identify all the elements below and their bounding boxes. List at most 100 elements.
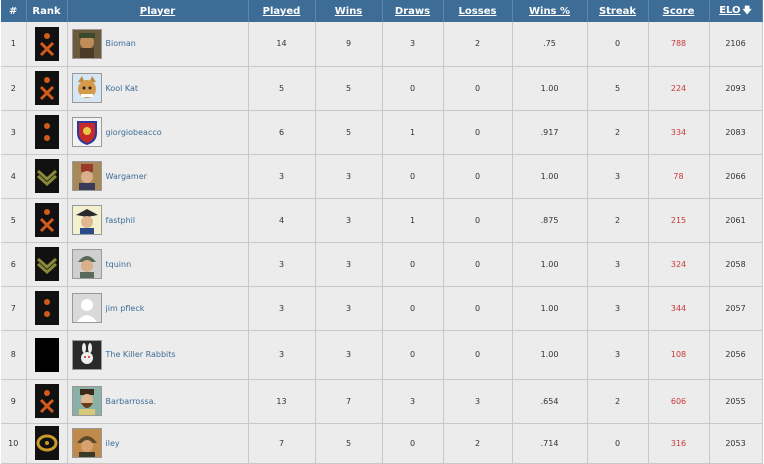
streak-cell: 2 — [587, 198, 649, 243]
elo-cell: 2106 — [709, 22, 763, 67]
leaderboard-table: # Rank Player Played Wins Draws Losses W… — [1, 0, 763, 464]
player-cell: Kool Kat — [67, 66, 249, 111]
crossed-swords-insignia-icon — [34, 203, 59, 237]
player-name-link[interactable]: Wargamer — [106, 172, 147, 181]
losses-cell: 2 — [443, 22, 513, 67]
col-header-elo[interactable]: ELO 🡇 — [709, 0, 763, 22]
draws-cell: 0 — [382, 423, 444, 464]
rank-cell — [26, 423, 68, 464]
rabbit-avatar[interactable] — [71, 339, 102, 370]
elo-cell: 2058 — [709, 242, 763, 287]
player-cell: Barbarrossa. — [67, 379, 249, 424]
player-name-link[interactable]: Barbarrossa. — [106, 397, 157, 406]
played-cell: 3 — [248, 242, 316, 287]
player-name-link[interactable]: Bioman — [106, 39, 136, 48]
row-num: 6 — [1, 242, 27, 287]
played-cell: 5 — [248, 66, 316, 111]
score-cell: 316 — [648, 423, 710, 464]
losses-cell: 0 — [443, 154, 513, 199]
col-header-score[interactable]: Score — [648, 0, 710, 22]
streak-cell: 2 — [587, 110, 649, 155]
rank-cell — [26, 66, 68, 111]
played-cell: 13 — [248, 379, 316, 424]
wins-cell: 3 — [315, 330, 383, 380]
cat-avatar[interactable] — [71, 73, 102, 103]
elo-cell: 2056 — [709, 330, 763, 380]
played-cell: 4 — [248, 198, 316, 243]
col-header-streak[interactable]: Streak — [587, 0, 649, 22]
sort-desc-icon[interactable]: 🡇 — [743, 6, 752, 16]
two-dots-insignia-icon — [34, 291, 59, 325]
col-header-wins-pct[interactable]: Wins % — [512, 0, 588, 22]
wins-cell: 9 — [315, 22, 383, 67]
player-name-link[interactable]: fastphil — [106, 216, 136, 225]
streak-cell: 3 — [587, 242, 649, 287]
col-header-elo-label[interactable]: ELO — [719, 5, 740, 16]
wins-cell: 3 — [315, 198, 383, 243]
bearded-man-avatar[interactable] — [71, 386, 102, 416]
col-header-wins[interactable]: Wins — [315, 0, 383, 22]
row-num: 2 — [1, 66, 27, 111]
player-name-link[interactable]: iley — [106, 439, 120, 448]
bearded-soldier-avatar[interactable] — [71, 28, 102, 59]
score-cell: 224 — [648, 66, 710, 111]
col-header-losses[interactable]: Losses — [443, 0, 513, 22]
wins-cell: 3 — [315, 154, 383, 199]
rank-cell — [26, 379, 68, 424]
officer-kepi-avatar[interactable] — [71, 161, 102, 191]
col-header-draws[interactable]: Draws — [382, 0, 444, 22]
score-cell: 606 — [648, 379, 710, 424]
col-header-player[interactable]: Player — [67, 0, 249, 22]
losses-cell: 0 — [443, 66, 513, 111]
player-cell: tquinn — [67, 242, 249, 287]
score-cell: 344 — [648, 286, 710, 331]
player-name-link[interactable]: Kool Kat — [106, 84, 139, 93]
default-person-avatar[interactable] — [71, 293, 102, 323]
table-row: 10 iley 7 5 0 2.714 0 316 2053 — [1, 423, 763, 464]
shield-crest-avatar[interactable] — [71, 117, 102, 147]
played-cell: 3 — [248, 286, 316, 331]
row-num: 10 — [1, 423, 27, 464]
elo-cell: 2057 — [709, 286, 763, 331]
wins-pct-cell: .875 — [512, 198, 588, 243]
wins-pct-cell: .75 — [512, 22, 588, 67]
tricorn-hat-avatar[interactable] — [71, 205, 102, 235]
player-cell: Wargamer — [67, 154, 249, 199]
row-num: 5 — [1, 198, 27, 243]
rank-cell — [26, 242, 68, 287]
elo-cell: 2061 — [709, 198, 763, 243]
crossed-swords-insignia-icon — [34, 26, 59, 61]
table-row: 9 Barbarrossa. 13 7 3 3.654 2 606 2055 — [1, 379, 763, 424]
wins-pct-cell: 1.00 — [512, 330, 588, 380]
rank-cell — [26, 286, 68, 331]
wins-pct-cell: 1.00 — [512, 286, 588, 331]
rank-cell — [26, 110, 68, 155]
score-cell: 215 — [648, 198, 710, 243]
row-num: 9 — [1, 379, 27, 424]
table-row: 2 Kool Kat 5 5 0 0 1.00 5 224 2093 — [1, 66, 763, 111]
draws-cell: 1 — [382, 198, 444, 243]
streak-cell: 0 — [587, 22, 649, 67]
row-num: 7 — [1, 286, 27, 331]
rank-cell — [26, 330, 68, 380]
streak-cell: 3 — [587, 330, 649, 380]
helmet-soldier-avatar[interactable] — [71, 428, 102, 458]
player-name-link[interactable]: The Killer Rabbits — [106, 350, 176, 359]
losses-cell: 2 — [443, 423, 513, 464]
score-cell: 334 — [648, 110, 710, 155]
row-num: 3 — [1, 110, 27, 155]
played-cell: 7 — [248, 423, 316, 464]
draws-cell: 0 — [382, 242, 444, 287]
col-header-played[interactable]: Played — [248, 0, 316, 22]
player-name-link[interactable]: jim pfleck — [106, 304, 145, 313]
losses-cell: 0 — [443, 198, 513, 243]
wins-cell: 3 — [315, 286, 383, 331]
table-row: 7 jim pfleck 3 3 0 0 1.00 3 344 2057 — [1, 286, 763, 331]
player-cell: jim pfleck — [67, 286, 249, 331]
helmeted-soldier-avatar[interactable] — [71, 249, 102, 279]
row-num: 1 — [1, 22, 27, 67]
player-name-link[interactable]: tquinn — [106, 260, 132, 269]
gold-laurel-insignia-icon — [34, 426, 59, 460]
player-name-link[interactable]: giorgiobeacco — [106, 128, 162, 137]
streak-cell: 0 — [587, 423, 649, 464]
